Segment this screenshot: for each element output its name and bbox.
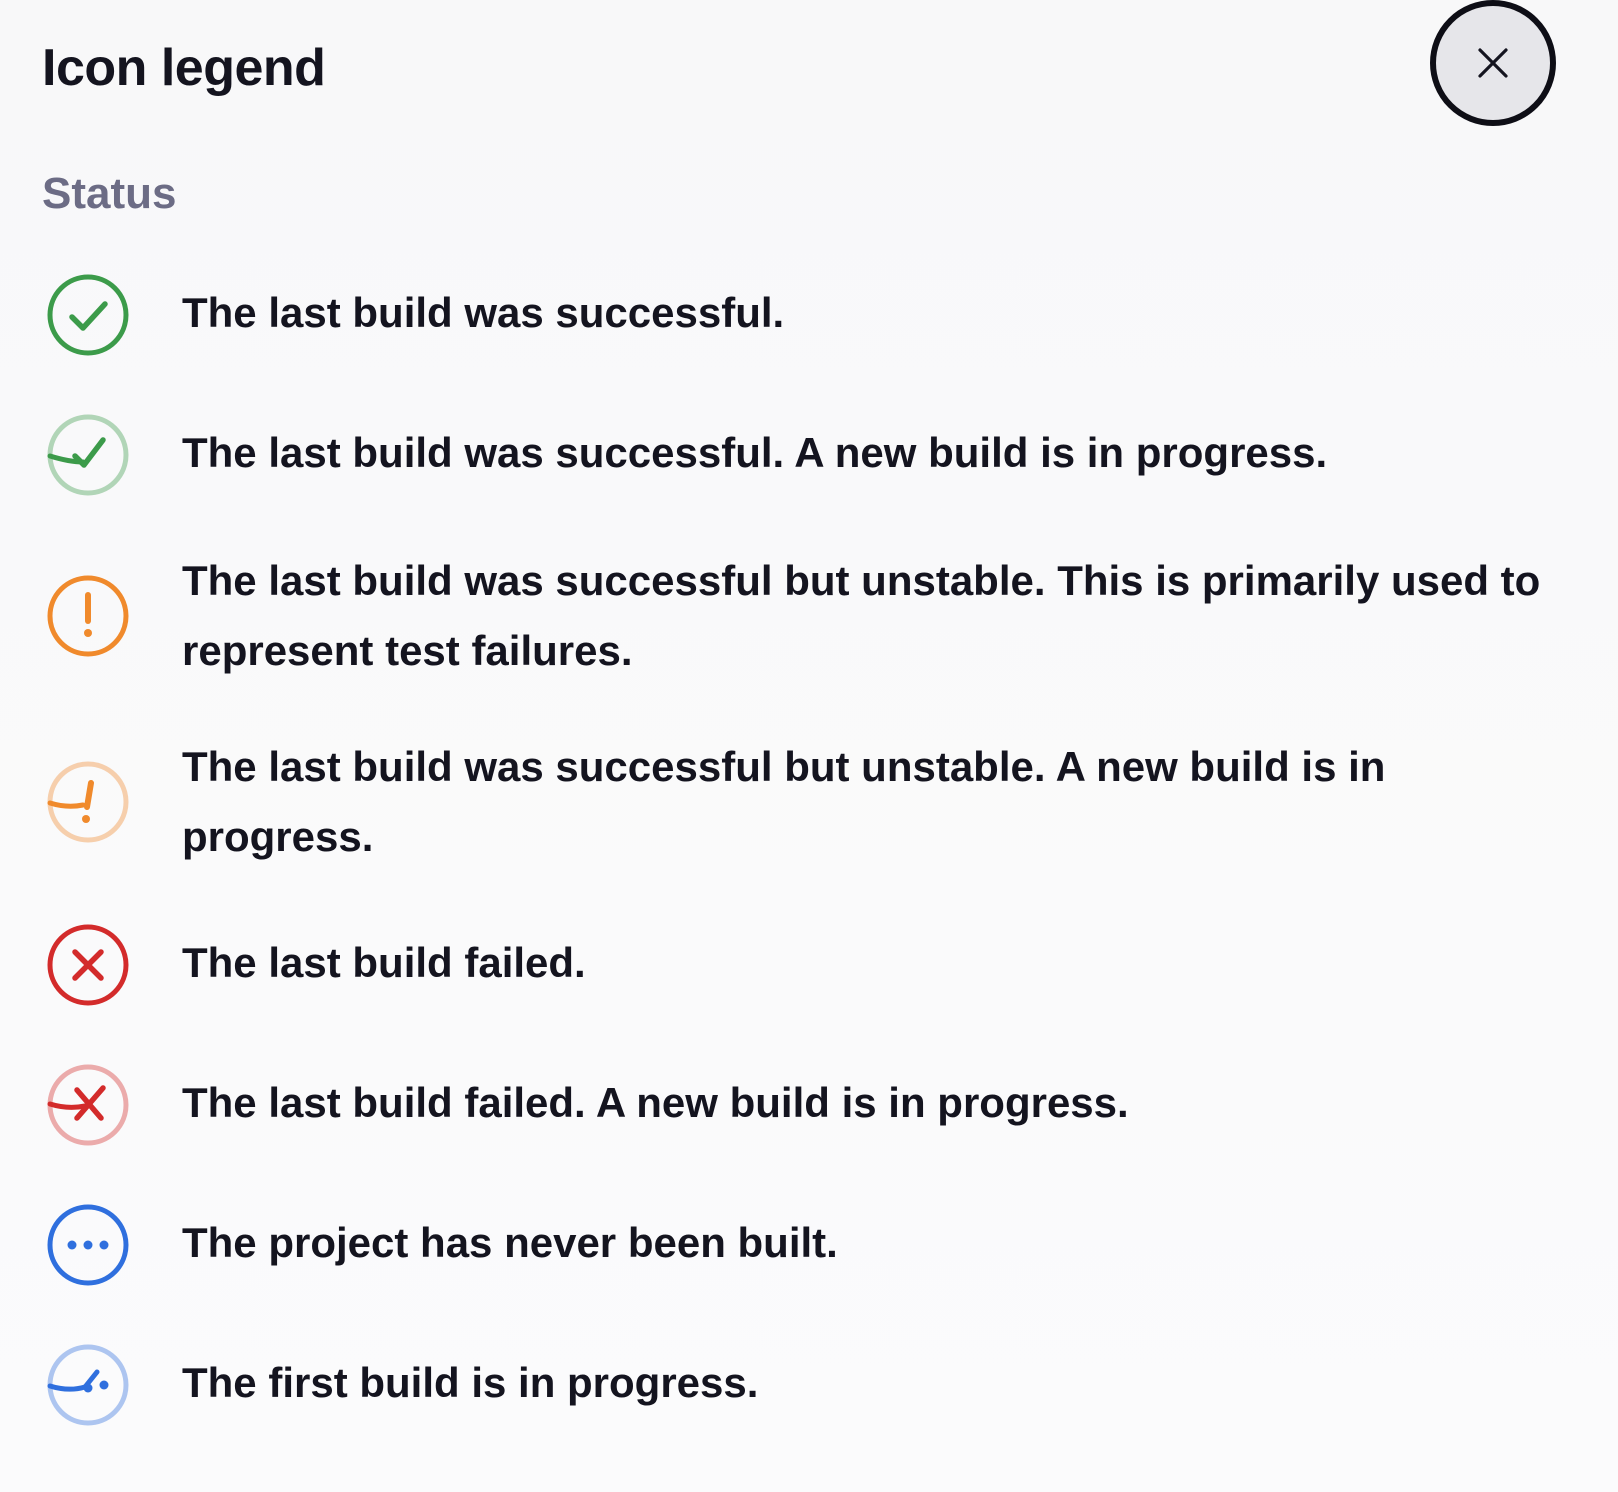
legend-item-text: The last build was successful. xyxy=(182,289,785,336)
legend-item-success: The last build was successful. xyxy=(0,270,1618,360)
legend-item-text: The last build was successful. A new bui… xyxy=(182,429,1328,476)
failed-icon xyxy=(45,922,131,1008)
first-build-in-progress-icon xyxy=(45,1342,131,1428)
legend-item-failed-in-progress: The last build failed. A new build is in… xyxy=(0,1060,1618,1150)
legend-item-unstable-in-progress: The last build was successful but unstab… xyxy=(0,732,1618,872)
legend-item-text: The last build failed. xyxy=(182,939,586,986)
legend-item-text: The last build was successful but unstab… xyxy=(182,557,1541,674)
dialog-title: Icon legend xyxy=(42,39,326,97)
icon-legend-dialog: Icon legend Status The last build was su… xyxy=(0,0,1618,1492)
legend-item-text: The last build failed. A new build is in… xyxy=(182,1079,1129,1126)
close-button[interactable] xyxy=(1430,0,1556,126)
legend-item-success-in-progress: The last build was successful. A new bui… xyxy=(0,410,1618,500)
legend-item-text: The last build was successful but unstab… xyxy=(182,743,1386,860)
unstable-icon xyxy=(45,573,131,659)
section-heading-status: Status xyxy=(42,169,177,218)
legend-item-first-build-in-progress: The first build is in progress. xyxy=(0,1340,1618,1430)
legend-item-text: The first build is in progress. xyxy=(182,1359,759,1406)
success-icon xyxy=(45,272,131,358)
close-icon xyxy=(1478,48,1508,78)
success-in-progress-icon xyxy=(45,412,131,498)
failed-in-progress-icon xyxy=(45,1062,131,1148)
legend-item-failed: The last build failed. xyxy=(0,920,1618,1010)
not-built-icon xyxy=(45,1202,131,1288)
legend-item-text: The project has never been built. xyxy=(182,1219,838,1266)
legend-item-not-built: The project has never been built. xyxy=(0,1200,1618,1290)
unstable-in-progress-icon xyxy=(45,759,131,845)
legend-item-unstable: The last build was successful but unstab… xyxy=(0,546,1618,686)
